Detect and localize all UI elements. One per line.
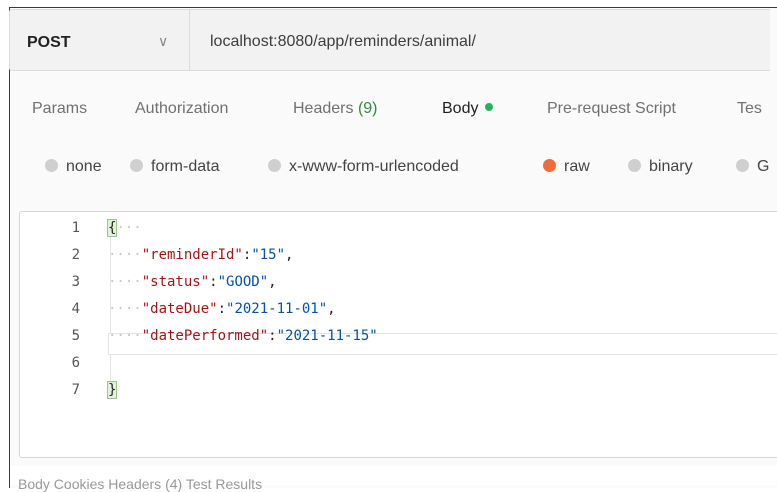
line-number: 6 <box>71 355 80 371</box>
code-line-5: ····"datePerformed":"2021-11-15" <box>108 328 378 344</box>
radio-form-data-label: form-data <box>151 158 220 175</box>
json-value: "2021-11-01" <box>226 301 328 317</box>
tab-headers-label: Headers <box>293 100 354 117</box>
json-key: "dateDue" <box>141 301 218 317</box>
json-key: "reminderId" <box>141 247 243 263</box>
indent-dots: ···· <box>108 274 142 290</box>
radio-form-data[interactable]: form-data <box>130 158 219 176</box>
radio-x-www-form-urlencoded[interactable]: x-www-form-urlencoded <box>268 158 459 176</box>
line-number: 7 <box>71 382 80 398</box>
radio-circle-icon <box>268 159 281 172</box>
panel-border <box>9 466 10 485</box>
tab-pre-request-script[interactable]: Pre-request Script <box>547 100 676 118</box>
tab-body-label: Body <box>442 100 479 117</box>
radio-raw-label: raw <box>564 158 590 175</box>
radio-circle-icon <box>628 159 641 172</box>
response-tabs-partial: Body Cookies Headers (4) Test Results <box>18 476 263 492</box>
line-number: 2 <box>71 247 80 263</box>
line-number: 4 <box>71 301 80 317</box>
json-value: "2021-11-15" <box>276 328 378 344</box>
line-number: 3 <box>71 274 80 290</box>
body-editor[interactable]: 1 2 3 4 5 6 7 {··· ····"reminderId":"15"… <box>19 211 777 458</box>
code-line-4: ····"dateDue":"2021-11-01", <box>108 301 336 317</box>
line-number: 5 <box>71 328 80 344</box>
code-line-3: ····"status":"GOOD", <box>108 274 277 290</box>
comma: , <box>327 301 336 317</box>
radio-binary[interactable]: binary <box>628 158 693 176</box>
colon: : <box>209 274 218 290</box>
line-number: 1 <box>71 220 80 236</box>
request-url-bar: POST ∨ localhost:8080/app/reminders/anim… <box>9 9 770 71</box>
tab-tests[interactable]: Tes <box>737 100 762 118</box>
radio-circle-icon <box>45 159 58 172</box>
json-value: "GOOD" <box>217 274 269 290</box>
tab-params[interactable]: Params <box>32 100 87 118</box>
body-indicator-dot <box>485 103 494 111</box>
code-line-2: ····"reminderId":"15", <box>108 247 293 263</box>
request-tabs: Params Authorization Headers (9) Body Pr… <box>0 100 777 124</box>
radio-binary-label: binary <box>649 158 693 175</box>
close-brace: } <box>106 381 118 399</box>
url-input[interactable]: localhost:8080/app/reminders/animal/ <box>210 33 476 51</box>
radio-raw[interactable]: raw <box>543 158 590 176</box>
indent-dots: ···· <box>108 247 142 263</box>
whitespace-dots: ··· <box>116 220 142 236</box>
colon: : <box>217 301 227 317</box>
tab-headers[interactable]: Headers (9) <box>293 100 378 118</box>
colon: : <box>268 328 277 344</box>
radio-graphql[interactable]: G <box>736 158 769 176</box>
radio-graphql-label: G <box>757 158 770 175</box>
headers-count-badge: (9) <box>357 100 378 117</box>
indent-dots: ···· <box>108 328 142 344</box>
body-type-options: none form-data x-www-form-urlencoded raw… <box>0 158 777 180</box>
radio-none-label: none <box>66 158 102 175</box>
radio-circle-icon <box>130 159 143 172</box>
tab-authorization[interactable]: Authorization <box>135 100 228 118</box>
indent-dots: ···· <box>108 301 142 317</box>
code-line-1: {··· <box>106 219 142 237</box>
json-value: "15" <box>251 247 286 263</box>
radio-urlencoded-label: x-www-form-urlencoded <box>289 158 459 175</box>
tab-body[interactable]: Body <box>442 100 494 118</box>
method-label: POST <box>27 34 71 51</box>
radio-circle-icon <box>736 159 749 172</box>
json-key: "datePerformed" <box>141 328 269 344</box>
code-line-7: } <box>106 381 118 399</box>
json-key: "status" <box>141 274 210 290</box>
comma: , <box>285 247 294 263</box>
radio-none[interactable]: none <box>45 158 102 176</box>
method-select[interactable]: POST ∨ <box>10 10 190 70</box>
comma: , <box>268 274 277 290</box>
radio-circle-selected-icon <box>543 159 556 172</box>
chevron-down-icon[interactable]: ∨ <box>158 33 168 50</box>
